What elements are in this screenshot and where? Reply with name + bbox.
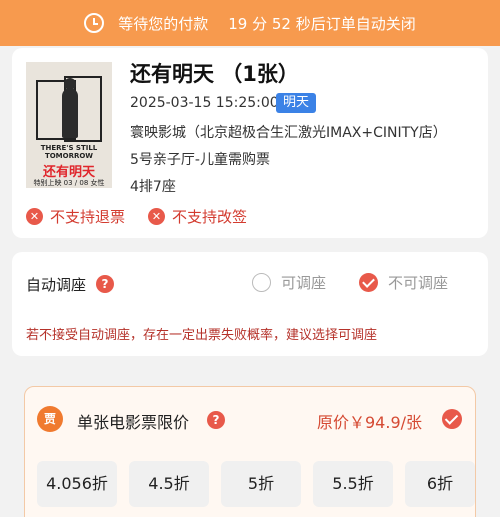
cinema-name: 寰映影城（北京超极合生汇激光IMAX+CINITY店）	[130, 125, 447, 141]
price-limit-label: 单张电影票限价	[77, 413, 190, 432]
clock-icon	[84, 13, 105, 33]
poster-title-en: THERE'S STILL TOMORROW	[40, 144, 98, 160]
radio-unchecked-icon[interactable]	[252, 273, 271, 292]
order-card: THERE'S STILL TOMORROW 还有明天 特别上映 03 / 08…	[12, 48, 488, 238]
discount-option[interactable]: 4.056折	[37, 461, 117, 507]
discount-option[interactable]: 4.5折	[129, 461, 209, 507]
discount-option[interactable]: 5折	[221, 461, 301, 507]
seat-adjust-card: 自动调座 ? 可调座 不可调座 若不接受自动调座，存在一定出票失败概率，建议选择…	[12, 252, 488, 356]
option-label: 可调座	[281, 274, 327, 292]
banner-countdown-text: 19 分 52 秒后订单自动关闭	[228, 14, 416, 33]
payment-countdown-banner: 等待您的付款 19 分 52 秒后订单自动关闭	[0, 0, 500, 46]
hall-info: 5号亲子厅-儿童需购票	[130, 152, 270, 168]
close-circle-icon: ✕	[148, 208, 165, 225]
policy-label: 不支持退票	[50, 208, 126, 226]
question-icon[interactable]: ?	[207, 411, 225, 429]
price-limit-card: 贾 单张电影票限价 ? 原价￥94.9/张 4.056折 4.5折 5折 5.5…	[24, 386, 476, 517]
check-circle-icon[interactable]	[442, 409, 462, 429]
question-icon[interactable]: ?	[96, 275, 114, 293]
original-price: 原价￥94.9/张	[317, 413, 423, 432]
discount-option[interactable]: 6折	[405, 461, 475, 507]
movie-title: 还有明天 （1张）	[130, 62, 299, 86]
seat-adjust-warning: 若不接受自动调座，存在一定出票失败概率，建议选择可调座	[26, 328, 378, 343]
option-not-adjustable[interactable]: 不可调座	[359, 272, 448, 293]
policy-label: 不支持改签	[172, 208, 248, 226]
option-label: 不可调座	[388, 274, 449, 292]
policy-no-change: ✕ 不支持改签	[148, 206, 247, 227]
banner-wait-text: 等待您的付款	[118, 14, 209, 33]
seat-adjust-label: 自动调座	[26, 276, 87, 294]
movie-poster[interactable]: THERE'S STILL TOMORROW 还有明天 特别上映 03 / 08…	[26, 62, 112, 188]
show-datetime: 2025-03-15 15:25:00	[130, 95, 279, 111]
seat-info: 4排7座	[130, 179, 176, 195]
day-badge: 明天	[276, 93, 317, 113]
price-limit-badge-icon: 贾	[37, 406, 63, 432]
discount-option[interactable]: 5.5折	[313, 461, 393, 507]
poster-date: 特别上映 03 / 08 女性力量	[33, 179, 105, 187]
option-adjustable[interactable]: 可调座	[252, 272, 326, 293]
close-circle-icon: ✕	[26, 208, 43, 225]
policy-no-refund: ✕ 不支持退票	[26, 206, 125, 227]
check-circle-icon[interactable]	[359, 273, 378, 292]
